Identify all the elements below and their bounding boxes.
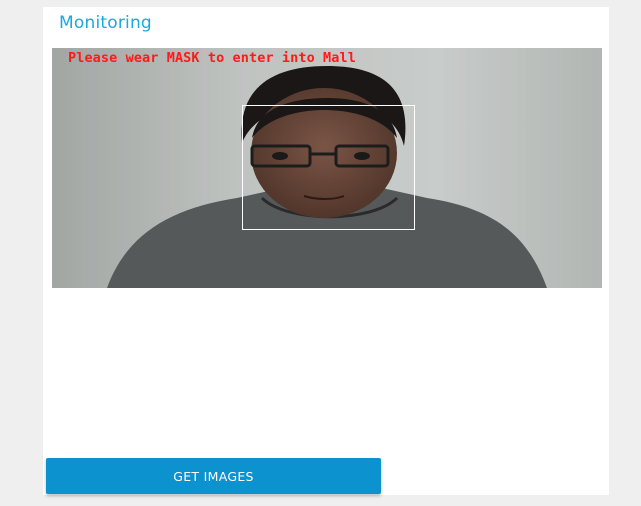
page: Monitoring Please wear MASK to enter int… <box>0 0 641 506</box>
mask-alert-text: Please wear MASK to enter into Mall <box>68 50 356 66</box>
get-images-button[interactable]: GET IMAGES <box>46 458 381 494</box>
panel-title: Monitoring <box>59 13 152 33</box>
camera-feed: Please wear MASK to enter into Mall <box>52 48 602 288</box>
face-detection-box <box>242 105 415 230</box>
